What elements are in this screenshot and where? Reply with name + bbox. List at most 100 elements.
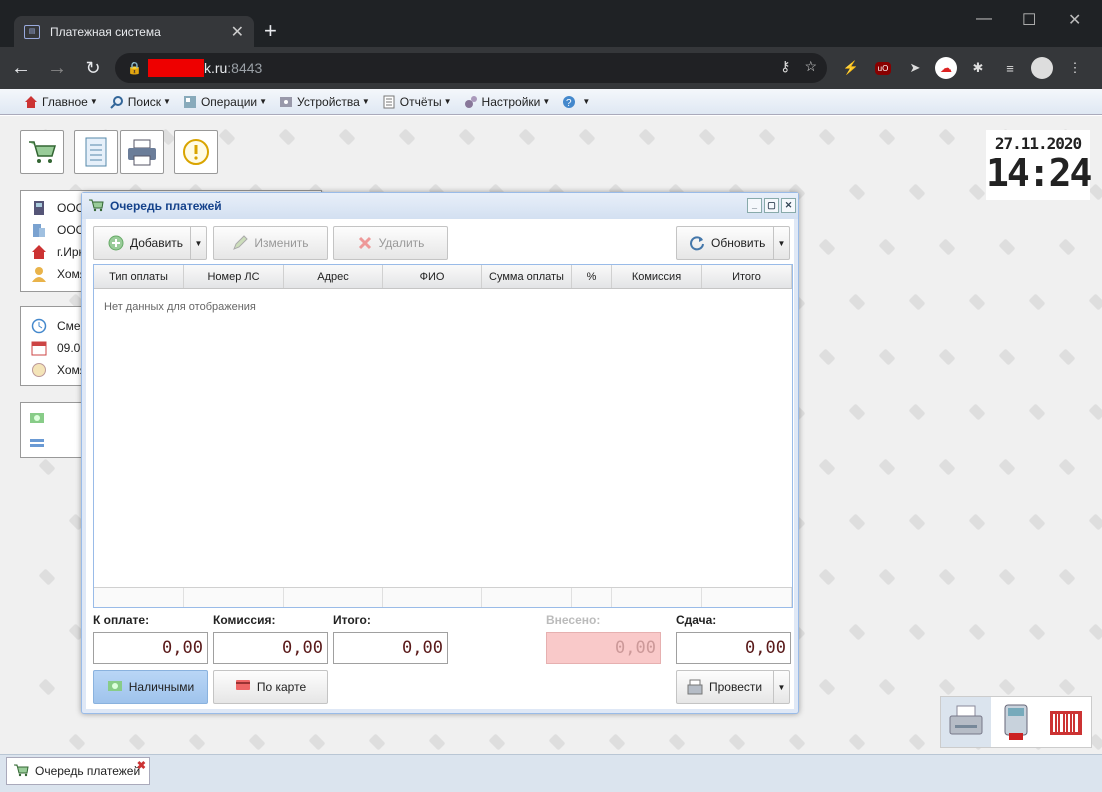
back-button[interactable]: ← xyxy=(6,53,36,83)
barcode-scanner-button[interactable] xyxy=(1041,697,1091,747)
menu-dots-icon[interactable]: ⋮ xyxy=(1064,57,1086,79)
app-menubar: Главное ▼ Поиск ▼ Операции ▼ Устройства ▼ От… xyxy=(0,89,1102,115)
to-pay-field[interactable]: 0,00 xyxy=(93,632,208,664)
receipt-printer-icon xyxy=(949,705,983,735)
submit-payment-button[interactable]: Провести ▼ xyxy=(676,670,790,704)
add-button[interactable]: Добавить ▼ xyxy=(93,226,207,260)
close-tab-icon[interactable]: ✕ xyxy=(231,22,244,42)
change-field[interactable]: 0,00 xyxy=(676,632,791,664)
background-pattern-mark xyxy=(909,184,925,200)
total-label: Итого: xyxy=(333,613,371,627)
close-dialog-button[interactable]: ✕ xyxy=(781,198,796,213)
ublock-icon[interactable]: uO xyxy=(872,57,894,79)
menu-search[interactable]: Поиск ▼ xyxy=(110,95,171,109)
minimize-dialog-button[interactable]: _ xyxy=(747,198,762,213)
background-pattern-mark xyxy=(1029,514,1045,530)
refresh-menu-arrow[interactable]: ▼ xyxy=(773,227,789,259)
bookmark-star-icon[interactable]: ☆ xyxy=(804,58,817,75)
pay-card-button[interactable]: По карте xyxy=(213,670,328,704)
profile-avatar[interactable] xyxy=(1031,57,1053,79)
close-task-icon[interactable]: ✖ xyxy=(137,759,146,772)
column-header[interactable]: % xyxy=(572,265,612,288)
background-pattern-mark xyxy=(669,734,685,750)
column-header[interactable]: Номер ЛС xyxy=(184,265,284,288)
column-header[interactable]: Итого xyxy=(702,265,792,288)
address-bar[interactable]: 🔒 k.ru :8443 ⚷ ☆ xyxy=(115,53,827,83)
column-header[interactable]: Сумма оплаты xyxy=(482,265,572,288)
browser-tab[interactable]: ▤ Платежная система ✕ xyxy=(14,16,254,48)
reload-button[interactable]: ↻ xyxy=(78,53,108,83)
new-tab-button[interactable]: + xyxy=(264,18,277,44)
delete-button-label: Удалить xyxy=(378,236,425,250)
total-field[interactable]: 0,00 xyxy=(333,632,448,664)
clock-time: 14:24 xyxy=(986,151,1092,195)
background-pattern-mark xyxy=(969,184,985,200)
background-pattern-mark xyxy=(939,569,955,585)
dialog-header: Очередь платежей _ ▢ ✕ xyxy=(82,193,798,219)
menu-main[interactable]: Главное ▼ xyxy=(24,95,98,109)
background-pattern-mark xyxy=(909,404,925,420)
extension-arrow-icon[interactable]: ➤ xyxy=(904,57,926,79)
edit-button[interactable]: Изменить xyxy=(213,226,328,260)
column-header[interactable]: ФИО xyxy=(383,265,482,288)
background-pattern-mark xyxy=(999,349,1015,365)
operations-icon xyxy=(183,95,197,109)
key-icon[interactable]: ⚷ xyxy=(780,58,790,75)
summary-cell xyxy=(482,588,572,607)
cloud-extension-icon[interactable]: ☁ xyxy=(935,57,957,79)
media-control-icon[interactable]: ≡ xyxy=(999,57,1021,79)
tab-title: Платежная система xyxy=(50,25,161,39)
background-pattern-mark xyxy=(849,734,865,750)
menu-operations[interactable]: Операции ▼ xyxy=(183,95,267,109)
delete-button[interactable]: Удалить xyxy=(333,226,448,260)
pay-cash-button[interactable]: Наличными xyxy=(93,670,208,704)
background-pattern-mark xyxy=(819,459,835,475)
print-button[interactable] xyxy=(120,130,164,174)
pending-button[interactable] xyxy=(174,130,218,174)
background-pattern-mark xyxy=(879,569,895,585)
menu-help[interactable]: ? ▼ xyxy=(562,95,590,109)
deposited-label: Внесено: xyxy=(546,613,601,627)
submit-menu-arrow[interactable]: ▼ xyxy=(773,671,789,703)
building-icon xyxy=(31,222,47,238)
dialog-title: Очередь платежей xyxy=(110,199,222,213)
background-pattern-mark xyxy=(759,129,775,145)
column-header[interactable]: Адрес xyxy=(284,265,383,288)
menu-reports[interactable]: Отчёты ▼ xyxy=(382,95,452,109)
url-domain: k.ru xyxy=(203,60,228,76)
background-pattern-mark xyxy=(879,129,895,145)
menu-label: Операции xyxy=(200,94,258,109)
document-button[interactable] xyxy=(74,130,118,174)
menu-devices[interactable]: Устройства ▼ xyxy=(279,95,370,109)
background-pattern-mark xyxy=(309,734,325,750)
add-menu-arrow[interactable]: ▼ xyxy=(190,227,206,259)
background-pattern-mark xyxy=(1089,514,1102,530)
column-header[interactable]: Тип оплаты xyxy=(94,265,184,288)
background-pattern-mark xyxy=(1059,349,1075,365)
maximize-window-button[interactable]: ☐ xyxy=(1022,10,1036,30)
calendar-icon xyxy=(31,340,47,356)
card-terminal-button[interactable] xyxy=(991,697,1041,747)
background-pattern-mark xyxy=(369,734,385,750)
cart-button[interactable] xyxy=(20,130,64,174)
menu-settings[interactable]: Настройки ▼ xyxy=(464,95,550,109)
browser-toolbar: ← → ↻ 🔒 k.ru :8443 ⚷ ☆ ⚡ uO ➤ ☁ ✱ ≡ ⋮ xyxy=(0,47,1102,89)
background-pattern-mark xyxy=(1059,679,1075,695)
commission-field[interactable]: 0,00 xyxy=(213,632,328,664)
close-window-button[interactable]: ✕ xyxy=(1068,10,1081,30)
deposited-field[interactable]: 0,00 xyxy=(546,632,661,664)
refresh-button[interactable]: Обновить ▼ xyxy=(676,226,790,260)
extension-bolt-icon[interactable]: ⚡ xyxy=(840,57,862,79)
maximize-dialog-button[interactable]: ▢ xyxy=(764,198,779,213)
grid-header: Тип оплаты Номер ЛС Адрес ФИО Сумма оплаты% К… xyxy=(94,265,792,289)
shift-row: 09.09 xyxy=(21,337,87,359)
taskbar-item-payment-queue[interactable]: Очередь платежей ✖ xyxy=(6,757,150,785)
clock-icon xyxy=(31,318,47,334)
background-pattern-mark xyxy=(849,624,865,640)
forward-button[interactable]: → xyxy=(42,53,72,83)
background-pattern-mark xyxy=(1029,624,1045,640)
column-header[interactable]: Комиссия xyxy=(612,265,702,288)
extensions-puzzle-icon[interactable]: ✱ xyxy=(967,57,989,79)
fiscal-printer-button[interactable] xyxy=(941,697,991,747)
minimize-window-button[interactable]: — xyxy=(976,10,992,28)
